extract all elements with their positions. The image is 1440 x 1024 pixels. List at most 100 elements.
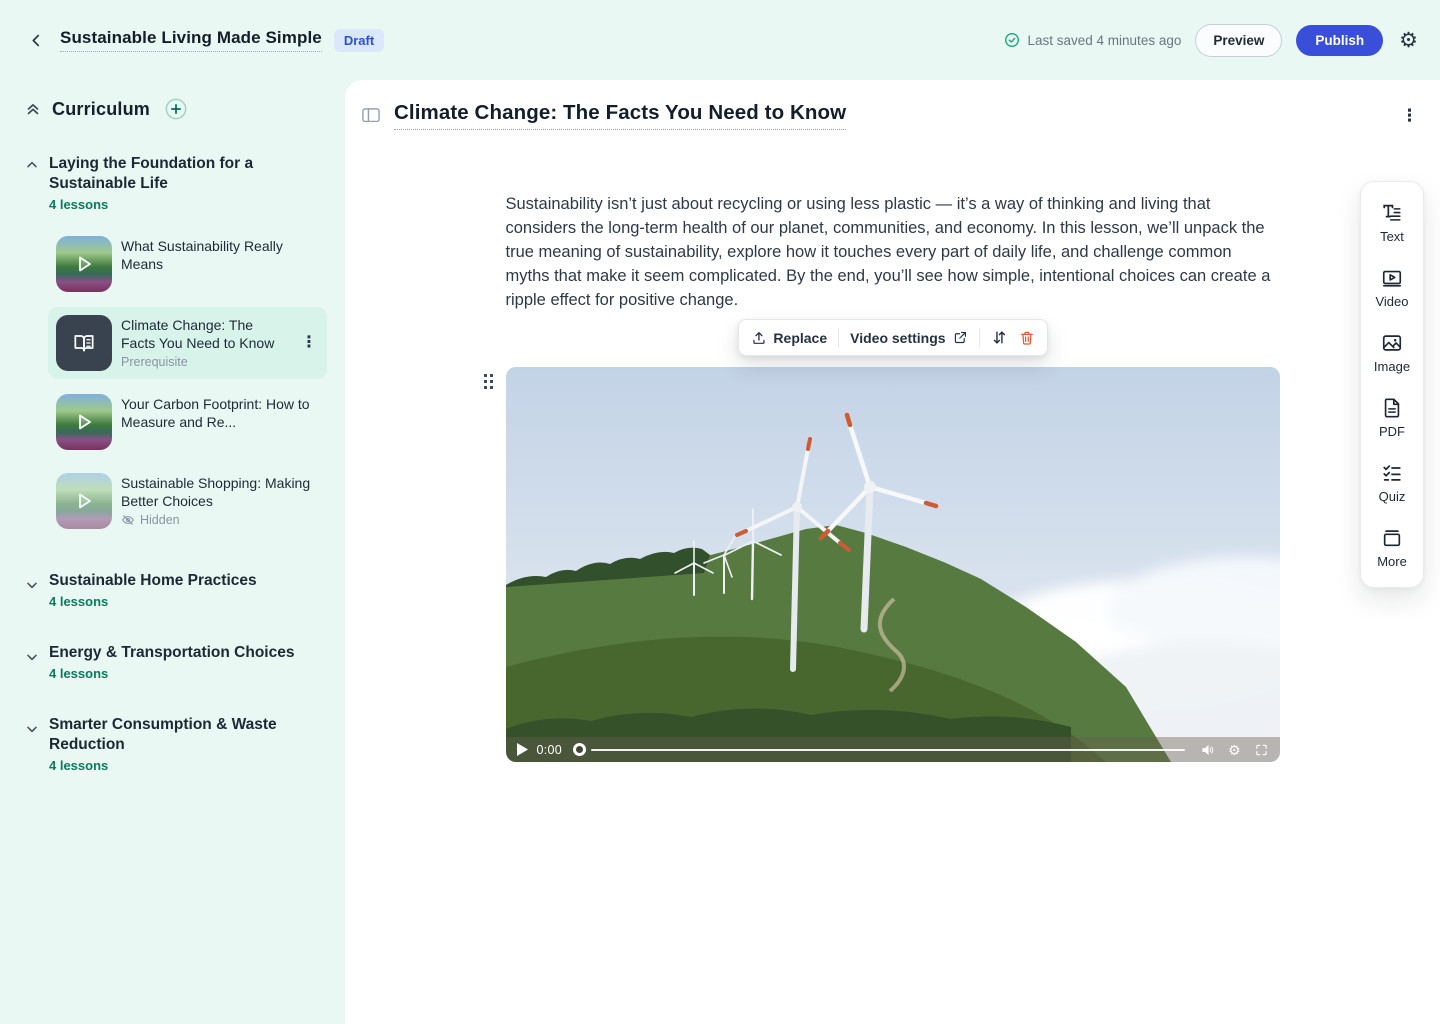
lesson-subtitle: Prerequisite bbox=[121, 355, 290, 369]
video-current-time: 0:00 bbox=[537, 743, 563, 757]
publish-button[interactable]: Publish bbox=[1296, 25, 1383, 56]
toolbar-divider bbox=[838, 328, 839, 348]
lesson-title: Climate Change: The Facts You Need to Kn… bbox=[121, 316, 290, 352]
quality-gear-icon[interactable]: ⚙ bbox=[1228, 743, 1241, 757]
insert-pdf-button[interactable]: PDF bbox=[1379, 397, 1405, 439]
insert-block-panel: Text Video Image PDF Quiz More bbox=[1360, 181, 1424, 588]
video-settings-label: Video settings bbox=[850, 330, 945, 346]
lesson-page-title[interactable]: Climate Change: The Facts You Need to Kn… bbox=[394, 101, 846, 130]
preview-button[interactable]: Preview bbox=[1195, 24, 1282, 57]
header-right: Last saved 4 minutes ago Preview Publish… bbox=[1004, 24, 1419, 57]
tool-label: Image bbox=[1374, 359, 1410, 374]
tool-label: PDF bbox=[1379, 424, 1405, 439]
volume-icon[interactable] bbox=[1200, 743, 1215, 757]
video-thumbnail bbox=[56, 236, 112, 292]
lesson-text: Climate Change: The Facts You Need to Kn… bbox=[121, 315, 290, 369]
status-badge: Draft bbox=[334, 29, 384, 52]
book-open-icon bbox=[71, 330, 97, 356]
chevron-up-icon[interactable] bbox=[24, 157, 40, 173]
last-saved-status: Last saved 4 minutes ago bbox=[1004, 32, 1182, 48]
video-settings-button[interactable]: Video settings bbox=[850, 330, 967, 346]
progress-bar[interactable] bbox=[591, 749, 1185, 751]
insert-quiz-button[interactable]: Quiz bbox=[1379, 462, 1406, 504]
course-title[interactable]: Sustainable Living Made Simple bbox=[60, 28, 322, 52]
back-icon[interactable] bbox=[24, 28, 48, 52]
play-icon bbox=[56, 473, 112, 529]
sidebar-toggle-icon[interactable] bbox=[362, 108, 380, 124]
video-frame-wind-turbines bbox=[506, 367, 1280, 762]
section-header-text: Laying the Foundation for a Sustainable … bbox=[49, 154, 299, 212]
lesson-subtitle: Hidden bbox=[121, 513, 319, 527]
lesson-options-kebab-icon[interactable]: ⋮ bbox=[1401, 106, 1418, 126]
lesson-item-what-sustainability[interactable]: What Sustainability Really Means bbox=[48, 228, 327, 300]
insert-text-button[interactable]: Text bbox=[1380, 202, 1404, 244]
chevron-down-icon[interactable] bbox=[24, 649, 40, 665]
collapse-all-icon[interactable] bbox=[24, 100, 42, 118]
upload-icon bbox=[750, 330, 766, 346]
tool-label: More bbox=[1377, 554, 1407, 569]
drag-handle[interactable] bbox=[484, 374, 493, 389]
fullscreen-icon[interactable] bbox=[1254, 743, 1269, 757]
video-player[interactable]: 0:00 ⚙ bbox=[506, 367, 1280, 762]
swap-vertical-icon bbox=[991, 329, 1008, 346]
insert-more-button[interactable]: More bbox=[1377, 527, 1407, 569]
curriculum-section: Sustainable Home Practices 4 lessons bbox=[0, 571, 329, 609]
lesson-item-climate-change[interactable]: Climate Change: The Facts You Need to Kn… bbox=[48, 307, 327, 379]
hidden-label: Hidden bbox=[140, 513, 180, 527]
lesson-title-row: Climate Change: The Facts You Need to Kn… bbox=[345, 80, 1440, 130]
eye-off-icon bbox=[121, 513, 135, 527]
scrubber-knob[interactable] bbox=[573, 743, 586, 756]
lesson-editor-card: Climate Change: The Facts You Need to Kn… bbox=[345, 80, 1440, 1024]
replace-label: Replace bbox=[773, 330, 827, 346]
video-controls-bar: 0:00 ⚙ bbox=[506, 737, 1280, 762]
lesson-kebab-icon[interactable]: ⋮ bbox=[299, 335, 319, 351]
lesson-paragraph[interactable]: Sustainability isn’t just about recyclin… bbox=[506, 192, 1280, 312]
section-lesson-count: 4 lessons bbox=[49, 758, 299, 773]
insert-image-button[interactable]: Image bbox=[1374, 332, 1410, 374]
video-block: Replace Video settings bbox=[506, 367, 1280, 762]
course-editor-app: Sustainable Living Made Simple Draft Las… bbox=[0, 0, 1440, 1024]
image-icon bbox=[1381, 332, 1403, 354]
play-icon bbox=[56, 394, 112, 450]
section-header-text: Smarter Consumption & Waste Reduction 4 … bbox=[49, 715, 299, 773]
section-header[interactable]: Smarter Consumption & Waste Reduction 4 … bbox=[0, 715, 329, 773]
lesson-title: Sustainable Shopping: Making Better Choi… bbox=[121, 474, 319, 510]
delete-block-button[interactable] bbox=[1019, 330, 1035, 346]
last-saved-text: Last saved 4 minutes ago bbox=[1028, 33, 1182, 48]
settings-gear-icon[interactable]: ⚙ bbox=[1399, 30, 1418, 51]
header-left: Sustainable Living Made Simple Draft bbox=[24, 28, 384, 52]
add-section-button[interactable] bbox=[165, 98, 187, 120]
curriculum-sidebar: Curriculum Laying the Foundation for a S… bbox=[0, 80, 345, 1024]
pdf-document-icon bbox=[1381, 397, 1403, 419]
external-link-icon bbox=[953, 330, 968, 345]
lesson-item-sustainable-shopping[interactable]: Sustainable Shopping: Making Better Choi… bbox=[48, 465, 327, 537]
chevron-down-icon[interactable] bbox=[24, 721, 40, 737]
insert-video-button[interactable]: Video bbox=[1375, 267, 1408, 309]
reading-lesson-tile bbox=[56, 315, 112, 371]
section-header[interactable]: Sustainable Home Practices 4 lessons bbox=[0, 571, 329, 609]
lesson-list: What Sustainability Really Means Climate… bbox=[0, 228, 329, 537]
lesson-item-carbon-footprint[interactable]: Your Carbon Footprint: How to Measure an… bbox=[48, 386, 327, 458]
tool-label: Video bbox=[1375, 294, 1408, 309]
section-header[interactable]: Laying the Foundation for a Sustainable … bbox=[0, 154, 329, 212]
video-thumbnail-hidden bbox=[56, 473, 112, 529]
tool-label: Quiz bbox=[1379, 489, 1406, 504]
chevron-down-icon[interactable] bbox=[24, 577, 40, 593]
section-title: Smarter Consumption & Waste Reduction bbox=[49, 715, 299, 755]
play-button-icon[interactable] bbox=[517, 743, 528, 756]
trash-icon bbox=[1019, 330, 1035, 346]
curriculum-header: Curriculum bbox=[0, 98, 329, 120]
check-circle-icon bbox=[1004, 32, 1020, 48]
replace-button[interactable]: Replace bbox=[750, 330, 827, 346]
section-title: Sustainable Home Practices bbox=[49, 571, 257, 591]
toolbar-divider bbox=[979, 328, 980, 348]
video-icon bbox=[1381, 267, 1403, 289]
controls-right: ⚙ bbox=[1200, 743, 1269, 757]
lesson-text: Your Carbon Footprint: How to Measure an… bbox=[121, 394, 319, 431]
more-archive-icon bbox=[1381, 527, 1403, 549]
section-lesson-count: 4 lessons bbox=[49, 594, 257, 609]
move-block-button[interactable] bbox=[991, 329, 1008, 346]
video-thumbnail bbox=[56, 394, 112, 450]
section-header-text: Energy & Transportation Choices 4 lesson… bbox=[49, 643, 294, 681]
section-header[interactable]: Energy & Transportation Choices 4 lesson… bbox=[0, 643, 329, 681]
